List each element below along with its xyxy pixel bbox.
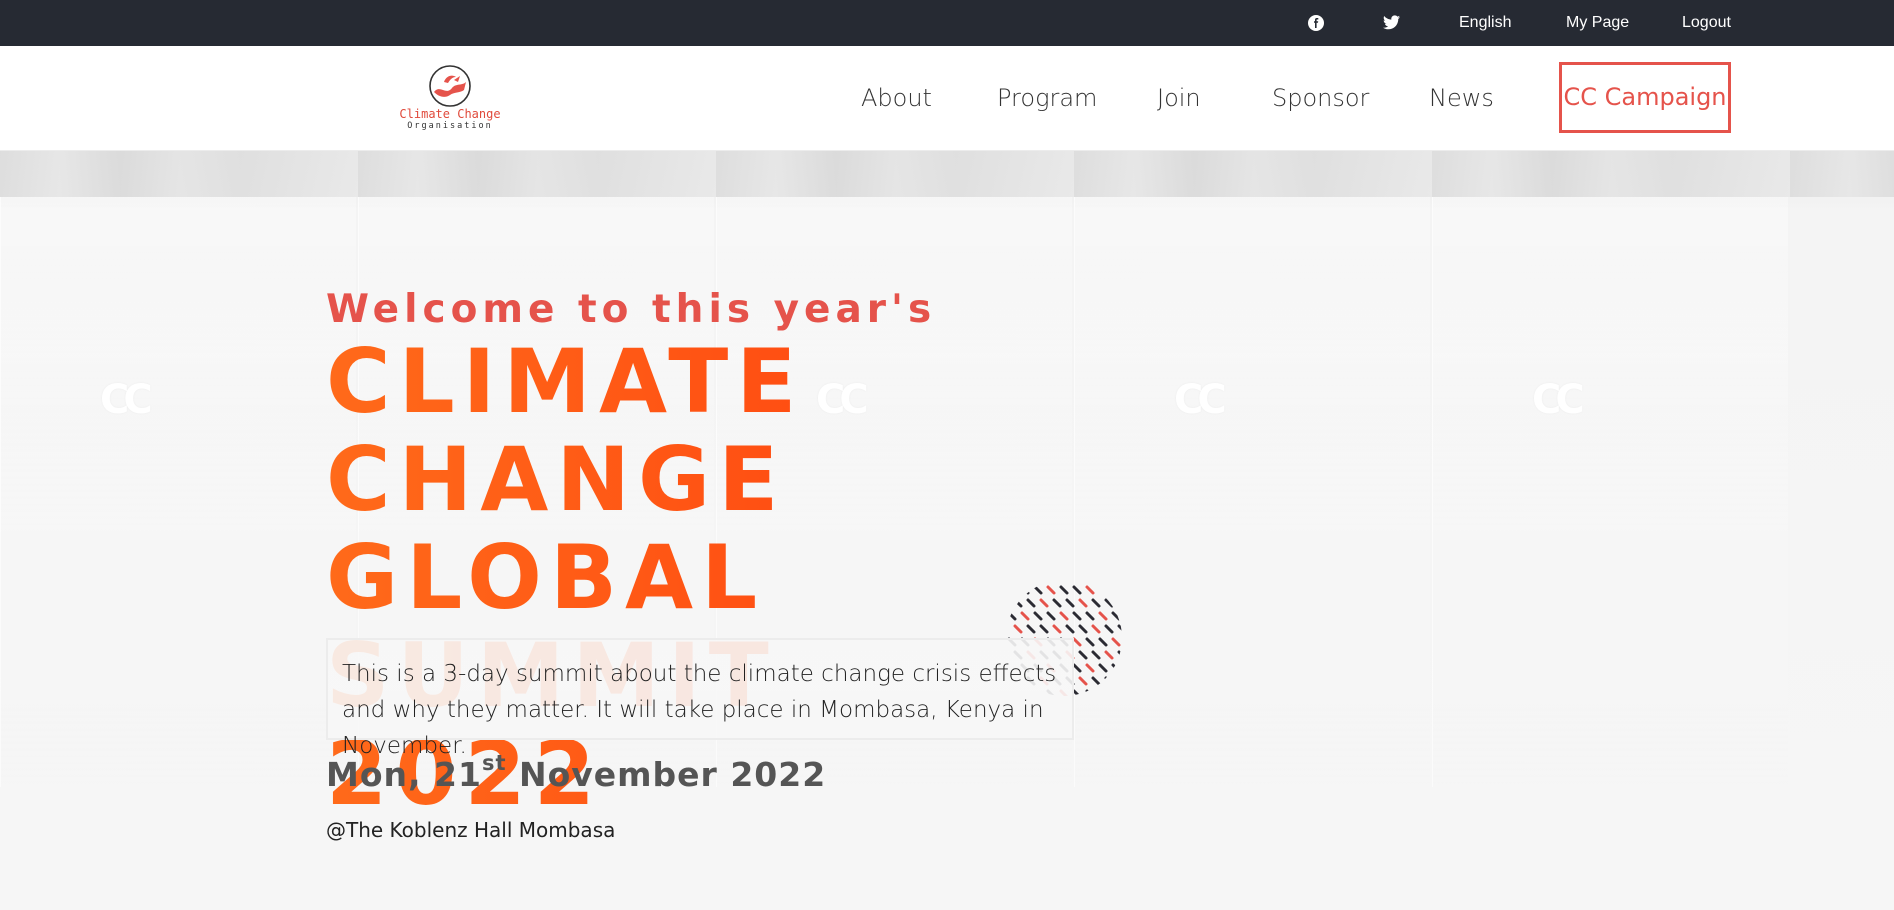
facebook-icon [1308,15,1324,31]
event-venue: @The Koblenz Hall Mombasa [326,818,616,842]
pattern-dash [1104,624,1114,634]
pattern-dash [1085,637,1095,647]
pattern-dash [1007,585,1017,595]
my-page-link[interactable]: My Page [1566,0,1629,46]
pattern-dash [1059,611,1069,621]
pattern-dash [1078,676,1088,686]
pattern-dash [1026,598,1036,608]
pattern-dash [1020,611,1030,621]
pattern-dash [1098,637,1108,647]
pattern-dash [1078,650,1088,660]
pattern-dash [1104,676,1114,686]
hero-section: CC CC CC CC Welcome to this year's CLIMA… [0,151,1894,910]
date-month-year: November 2022 [506,755,827,794]
pattern-dash [1039,624,1049,634]
main-navigation: Climate Change Organisation About Progra… [0,46,1894,151]
pattern-dash [1085,663,1095,673]
logout-link[interactable]: Logout [1682,0,1731,46]
pattern-dash [1065,624,1075,634]
summit-description: This is a 3-day summit about the climate… [326,638,1074,759]
pattern-dash [1104,650,1114,660]
pattern-dash [1117,598,1122,608]
pattern-dash [1065,598,1075,608]
date-ordinal: st [481,751,507,775]
pattern-dash [1111,689,1121,696]
hero-background-panel [0,197,356,787]
pattern-dash [1111,585,1121,595]
background-cc-mark: CC [1532,377,1585,423]
pattern-dash [1091,624,1101,634]
pattern-dash [1085,689,1095,696]
pattern-dash [1072,585,1082,595]
pattern-dash [1046,585,1056,595]
pattern-dash [1091,676,1101,686]
pattern-dash [1098,611,1108,621]
pattern-dash [1072,637,1082,647]
twitter-icon [1383,15,1400,30]
headline-line: CLIMATE CHANGE [326,330,805,531]
pattern-dash [1078,598,1088,608]
pattern-dash [1072,689,1082,696]
pattern-dash [1111,663,1121,673]
event-date: Mon, 21st November 2022 [326,751,827,794]
pattern-dash [1046,611,1056,621]
pattern-dash [1072,611,1082,621]
nav-link-sponsor[interactable]: Sponsor [1272,46,1369,151]
nav-link-about[interactable]: About [861,46,932,151]
nav-link-program[interactable]: Program [997,46,1097,151]
hero-background-panel [1432,197,1788,787]
site-logo[interactable]: Climate Change Organisation [390,62,510,138]
top-utility-bar: English My Page Logout [0,0,1894,46]
pattern-dash [1085,611,1095,621]
pattern-dash [1052,624,1062,634]
pattern-dash [1091,650,1101,660]
pattern-dash [1111,611,1121,621]
pattern-dash [1033,611,1043,621]
pattern-dash [1117,676,1122,686]
pattern-dash [1091,598,1101,608]
pattern-dash [1098,663,1108,673]
pattern-dash [1020,585,1030,595]
pattern-dash [1098,689,1108,696]
welcome-heading: Welcome to this year's [326,287,937,332]
logo-title: Climate Change [399,107,501,121]
nav-link-news[interactable]: News [1429,46,1494,151]
pattern-dash [1033,585,1043,595]
pattern-dash [1117,624,1122,634]
background-cc-mark: CC [100,377,153,423]
nav-link-join[interactable]: Join [1157,46,1201,151]
pattern-dash [1059,585,1069,595]
pattern-dash [1104,598,1114,608]
pattern-dash [1098,585,1108,595]
pattern-dash [1085,585,1095,595]
pattern-dash [1078,624,1088,634]
hero-background-strip [0,151,1894,197]
cc-campaign-button[interactable]: CC Campaign [1559,62,1731,133]
pattern-dash [1007,611,1017,621]
pattern-dash [1013,624,1023,634]
logo-emblem-icon [429,65,471,107]
facebook-link[interactable] [1308,0,1324,46]
pattern-dash [1026,624,1036,634]
language-selector[interactable]: English [1459,0,1511,46]
logo-subtitle: Organisation [407,121,493,131]
pattern-dash [1072,663,1082,673]
pattern-dash [1039,598,1049,608]
pattern-dash [1052,598,1062,608]
pattern-dash [1013,598,1023,608]
pattern-dash [1117,650,1122,660]
twitter-link[interactable] [1383,0,1400,46]
pattern-dash [1111,637,1121,647]
date-day: Mon, 21 [326,755,482,794]
